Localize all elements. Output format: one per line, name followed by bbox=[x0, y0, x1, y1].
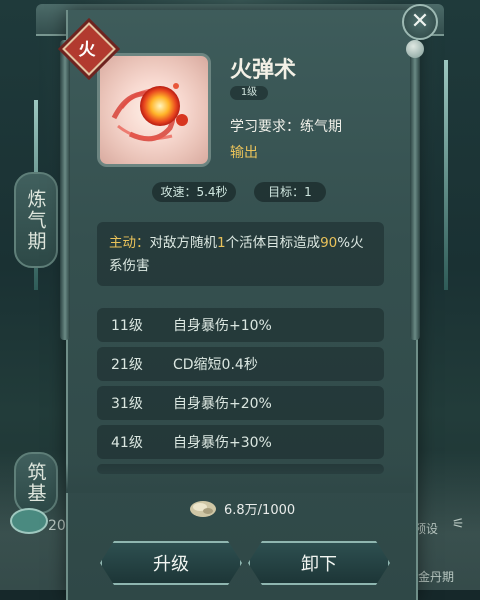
attack-speed-stat: 攻速：5.4秒 bbox=[152, 182, 236, 202]
upgrade-effect: 自身暴伤+10% bbox=[173, 318, 272, 334]
description-damage-number: 90 bbox=[320, 235, 338, 251]
upgrade-row: 21级 CD缩短0.4秒 bbox=[97, 347, 384, 381]
upgrade-level: 31级 bbox=[111, 396, 143, 412]
skill-description: 主动：对敌方随机1个活体目标造成90%火系伤害 bbox=[97, 222, 384, 286]
element-fire-label: 火 bbox=[78, 39, 96, 60]
upgrade-row: 41级 自身暴伤+30% bbox=[97, 425, 384, 459]
upgrade-effect: 自身暴伤+20% bbox=[173, 396, 272, 412]
close-icon: ✕ bbox=[410, 9, 430, 34]
panel-pole-left bbox=[60, 40, 70, 340]
skill-icon bbox=[97, 53, 211, 167]
skill-type-output: 输出 bbox=[230, 145, 258, 161]
realm-label-jindan: 金丹期 bbox=[418, 570, 455, 584]
skill-level-badge: 1级 bbox=[230, 86, 268, 100]
close-button[interactable]: ✕ bbox=[402, 4, 438, 40]
upgrade-row: 11级 自身暴伤+10% bbox=[97, 308, 384, 342]
upgrade-cost: 6.8万/1000 bbox=[188, 497, 295, 519]
requirement-label: 学习要求： bbox=[230, 119, 300, 135]
unequip-button[interactable]: 卸下 bbox=[248, 541, 390, 585]
target-count-stat: 目标：1 bbox=[254, 182, 326, 202]
description-target-number: 1 bbox=[217, 235, 226, 251]
leaf-icon bbox=[10, 508, 48, 534]
list-fade bbox=[66, 463, 414, 493]
tassel-right bbox=[444, 60, 448, 290]
panel-pole-right bbox=[410, 40, 420, 340]
requirement-value: 练气期 bbox=[300, 119, 342, 135]
upgrade-row: 31级 自身暴伤+20% bbox=[97, 386, 384, 420]
pole-knob-right bbox=[406, 40, 424, 58]
realm-lantern-zhuji[interactable]: 筑基 bbox=[14, 452, 58, 514]
fireball-icon bbox=[111, 83, 188, 142]
description-text: 个活体目标造成 bbox=[225, 235, 321, 251]
upgrade-level: 41级 bbox=[111, 435, 143, 451]
skill-title: 火弹术 bbox=[230, 57, 297, 83]
realm-lantern-lianqi[interactable]: 炼气期 bbox=[14, 172, 58, 268]
left-counter: 20 bbox=[48, 518, 66, 534]
upgrade-button-label: 升级 bbox=[153, 554, 189, 575]
cost-value: 6.8万/1000 bbox=[224, 502, 296, 518]
preset-sliders-icon[interactable]: ⚟ bbox=[452, 516, 465, 532]
upgrade-effect: CD缩短0.4秒 bbox=[173, 357, 258, 373]
description-prefix: 主动： bbox=[109, 235, 150, 251]
unequip-button-label: 卸下 bbox=[301, 554, 337, 575]
description-text: 对敌方随机 bbox=[149, 235, 218, 251]
upgrade-button[interactable]: 升级 bbox=[100, 541, 242, 585]
learn-requirement: 学习要求：练气期 bbox=[230, 116, 342, 136]
spirit-stone-icon bbox=[190, 501, 216, 517]
upgrade-level: 11级 bbox=[111, 318, 143, 334]
upgrade-level: 21级 bbox=[111, 357, 143, 373]
upgrade-effect: 自身暴伤+30% bbox=[173, 435, 272, 451]
